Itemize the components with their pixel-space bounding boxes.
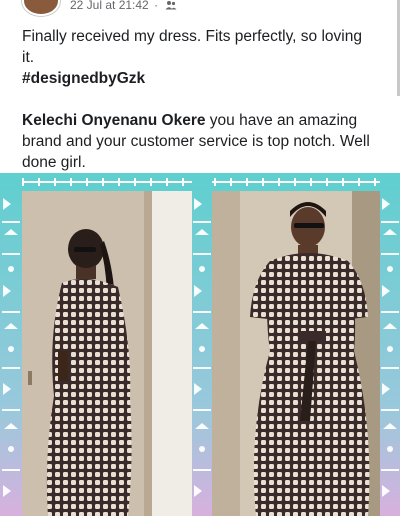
photo-collage[interactable] [0,173,400,516]
post-header: 22 Jul at 21:42 · [0,0,400,16]
post-timestamp[interactable]: 22 Jul at 21:42 [70,0,149,12]
friends-icon[interactable] [165,0,177,13]
hashtag-link[interactable]: #designedbyGzk [22,70,145,87]
post-body-line1: Finally received my dress. Fits perfectl… [22,28,362,66]
mention-link[interactable]: Kelechi Onyenanu Okere [22,112,206,129]
photo-front-view[interactable] [212,191,380,516]
author-avatar[interactable] [22,0,60,16]
decorative-pattern-left [0,173,22,516]
post-meta: 22 Jul at 21:42 · [70,0,177,13]
facebook-post: 22 Jul at 21:42 · Finally received my dr… [0,0,400,516]
decorative-pattern-right [380,173,400,516]
post-body-line2: Kelechi Onyenanu Okere you have an amazi… [22,110,372,173]
meta-separator: · [154,0,159,12]
decorative-pattern-middle [192,173,212,516]
photo-back-view[interactable] [22,191,192,516]
post-text: Finally received my dress. Fits perfectl… [22,26,372,173]
